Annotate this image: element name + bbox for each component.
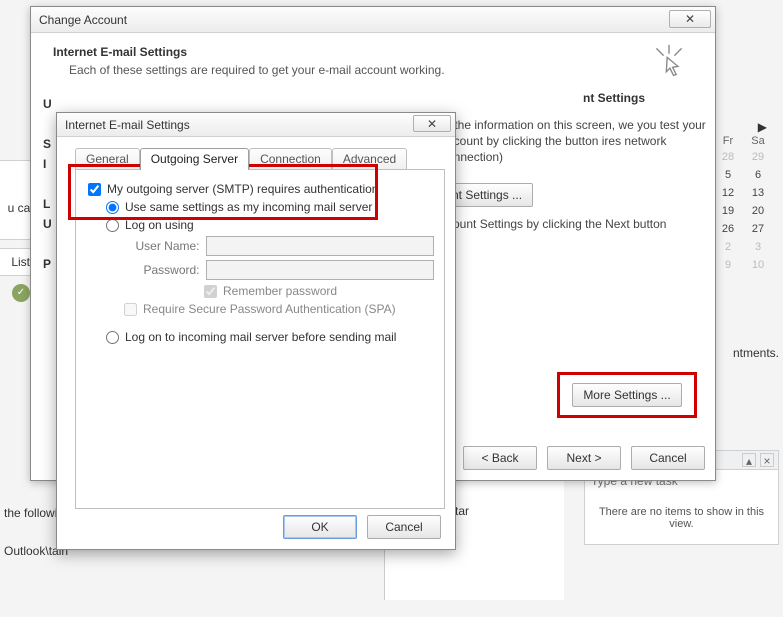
cal-cell[interactable]: 28 xyxy=(713,148,743,166)
cancel-button[interactable]: Cancel xyxy=(367,515,441,539)
password-row: Password: xyxy=(124,260,434,280)
dialog-titlebar[interactable]: Change Account ✕ xyxy=(31,7,715,33)
username-input[interactable] xyxy=(206,236,435,256)
dialog-header: Internet E-mail Settings Each of these s… xyxy=(31,33,715,87)
tab-general[interactable]: General xyxy=(75,148,140,170)
requires-auth-row: My outgoing server (SMTP) requires authe… xyxy=(88,182,434,196)
cal-cell[interactable]: 26 xyxy=(713,220,743,238)
behind-heading: nt Settings xyxy=(583,91,645,105)
radio-before-send-row: Log on to incoming mail server before se… xyxy=(106,330,434,344)
same-settings-radio[interactable] xyxy=(106,201,119,214)
radio-same-row: Use same settings as my incoming mail se… xyxy=(106,200,434,214)
cal-cell[interactable]: 27 xyxy=(743,220,773,238)
same-settings-label: Use same settings as my incoming mail se… xyxy=(125,200,372,214)
cal-cell[interactable]: 13 xyxy=(743,184,773,202)
require-spa-checkbox[interactable] xyxy=(124,303,137,316)
back-button[interactable]: < Back xyxy=(463,446,537,470)
dialog-title: Internet E-mail Settings xyxy=(65,118,190,132)
logon-before-send-radio[interactable] xyxy=(106,331,119,344)
logon-before-send-label: Log on to incoming mail server before se… xyxy=(125,330,396,344)
next-button[interactable]: Next > xyxy=(547,446,621,470)
remember-row: Remember password xyxy=(204,284,434,298)
triangle-icon[interactable]: ▴ xyxy=(742,453,756,467)
logon-using-label: Log on using xyxy=(125,218,194,232)
tab-connection[interactable]: Connection xyxy=(249,148,332,170)
requires-auth-label: My outgoing server (SMTP) requires authe… xyxy=(107,182,378,196)
cal-cell[interactable]: 10 xyxy=(743,256,773,274)
radio-logon-row: Log on using xyxy=(106,218,434,232)
username-row: User Name: xyxy=(124,236,434,256)
tab-panel-outgoing: My outgoing server (SMTP) requires authe… xyxy=(75,169,445,509)
cal-cell[interactable]: 6 xyxy=(743,166,773,184)
more-settings-button[interactable]: More Settings ... xyxy=(572,383,682,407)
behind-text2: ccount Settings by clicking the Next but… xyxy=(441,217,711,231)
calendar-next-icon[interactable]: ▶ xyxy=(713,120,773,134)
close-button[interactable]: ✕ xyxy=(669,10,711,28)
password-input[interactable] xyxy=(206,260,435,280)
behind-text: ut the information on this screen, we yo… xyxy=(441,117,711,166)
requires-auth-checkbox[interactable] xyxy=(88,183,101,196)
logon-using-radio[interactable] xyxy=(106,219,119,232)
cancel-button[interactable]: Cancel xyxy=(631,446,705,470)
cal-cell[interactable]: 9 xyxy=(713,256,743,274)
more-settings-highlight: More Settings ... xyxy=(557,372,697,418)
wizard-buttons: < Back Next > Cancel xyxy=(463,446,705,470)
dialog-title: Change Account xyxy=(39,13,127,27)
dialog-titlebar[interactable]: Internet E-mail Settings ✕ xyxy=(57,113,455,137)
close-button[interactable]: ✕ xyxy=(413,115,451,132)
close-icon[interactable]: × xyxy=(760,453,774,467)
calendar-grid: FrSa 2829 56 1213 1920 2627 23 910 xyxy=(713,134,773,274)
cal-day-header: Sa xyxy=(743,134,773,148)
cal-cell[interactable]: 19 xyxy=(713,202,743,220)
cal-day-header: Fr xyxy=(713,134,743,148)
tabstrip: General Outgoing Server Connection Advan… xyxy=(75,147,445,169)
tab-outgoing-server[interactable]: Outgoing Server xyxy=(140,148,249,170)
tab-advanced[interactable]: Advanced xyxy=(332,148,407,170)
cal-cell[interactable]: 20 xyxy=(743,202,773,220)
cal-cell[interactable]: 29 xyxy=(743,148,773,166)
spa-row: Require Secure Password Authentication (… xyxy=(124,302,434,316)
cal-cell[interactable]: 5 xyxy=(713,166,743,184)
checkmark-icon: ✓ xyxy=(12,284,30,302)
require-spa-label: Require Secure Password Authentication (… xyxy=(143,302,396,316)
task-empty-text: There are no items to show in this view. xyxy=(585,492,778,544)
username-label: User Name: xyxy=(124,239,200,253)
calendar-fragment: ▶ FrSa 2829 56 1213 1920 2627 23 910 xyxy=(713,120,773,274)
remember-password-label: Remember password xyxy=(223,284,337,298)
cal-cell[interactable]: 3 xyxy=(743,238,773,256)
password-label: Password: xyxy=(124,263,200,277)
email-settings-dialog: Internet E-mail Settings ✕ General Outgo… xyxy=(56,112,456,550)
header-subtitle: Each of these settings are required to g… xyxy=(69,63,693,77)
dialog-footer: OK Cancel xyxy=(57,515,455,539)
cursor-icon xyxy=(651,43,687,79)
cal-cell[interactable]: 12 xyxy=(713,184,743,202)
remember-password-checkbox[interactable] xyxy=(204,285,217,298)
header-title: Internet E-mail Settings xyxy=(53,45,693,59)
ok-button[interactable]: OK xyxy=(283,515,357,539)
cal-cell[interactable]: 2 xyxy=(713,238,743,256)
